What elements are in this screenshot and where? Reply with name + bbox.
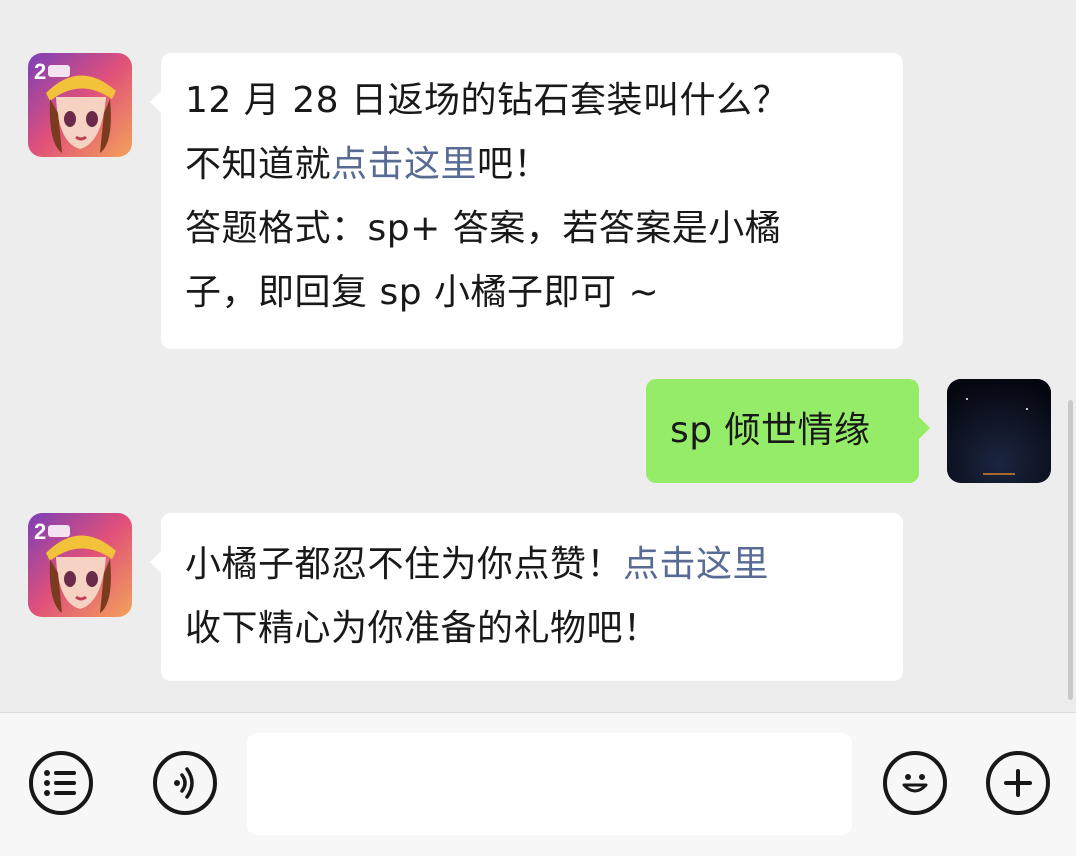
emoji-icon[interactable]: [883, 751, 947, 815]
svg-text:2: 2: [34, 59, 46, 84]
message-line: 12 月 28 日返场的钻石套装叫什么？: [185, 80, 789, 121]
voice-icon[interactable]: [153, 751, 217, 815]
message-bubble[interactable]: 12 月 28 日返场的钻石套装叫什么？ 不知道就点击这里吧！ 答题格式：sp+…: [150, 53, 903, 349]
list-menu-icon[interactable]: [29, 751, 93, 815]
message-line: 不知道就点击这里吧！: [185, 133, 879, 197]
game-avatar-icon[interactable]: 2: [28, 513, 132, 617]
plus-icon[interactable]: [986, 751, 1050, 815]
message-input[interactable]: [247, 733, 852, 835]
message-text: 吧！: [477, 144, 551, 185]
message-line: 小橘子都忍不住为你点赞！点击这里: [185, 533, 879, 597]
scrollbar[interactable]: [1068, 400, 1073, 700]
chat-area: 2 12 月 28 日返场的钻石套装叫什么？ 不知道就点击这里吧！ 答题格式：s…: [0, 0, 1076, 712]
moon-avatar-icon[interactable]: [947, 379, 1051, 483]
bubble-tail: [150, 91, 161, 113]
message-line: 收下精心为你准备的礼物吧！: [185, 608, 660, 649]
input-bar: [0, 712, 1076, 856]
message-line: sp 倾世情缘: [670, 410, 871, 451]
message-line: 答题格式：sp+ 答案，若答案是小橘: [185, 208, 782, 249]
message-line: 子，即回复 sp 小橘子即可 ~: [185, 272, 660, 313]
message-bubble[interactable]: 小橘子都忍不住为你点赞！点击这里 收下精心为你准备的礼物吧！: [150, 513, 903, 681]
bubble-tail: [919, 417, 930, 439]
game-avatar-icon[interactable]: 2: [28, 53, 132, 157]
message-text: 小橘子都忍不住为你点赞！: [185, 544, 624, 585]
message-bubble-outgoing[interactable]: sp 倾世情缘: [646, 379, 930, 483]
click-here-link[interactable]: 点击这里: [623, 544, 769, 585]
message-text: 不知道就: [185, 144, 332, 185]
bubble-tail: [150, 551, 161, 573]
click-here-link[interactable]: 点击这里: [331, 144, 477, 185]
svg-text:2: 2: [34, 519, 46, 544]
